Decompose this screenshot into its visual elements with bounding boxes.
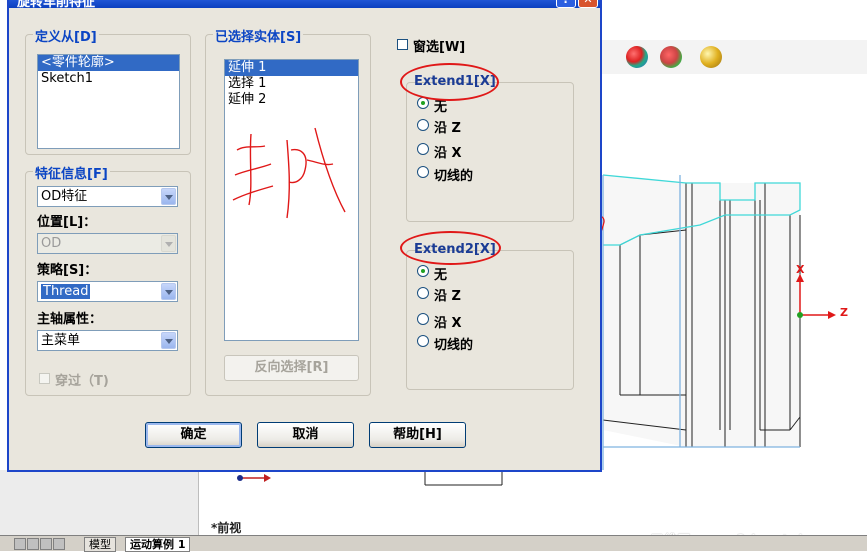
last-tab-icon[interactable] — [53, 538, 65, 550]
position-value: OD — [41, 236, 62, 251]
view-orientation-label: *前视 — [211, 521, 242, 535]
extend1-tangent-label: 切线的 — [434, 169, 474, 184]
annotation-circle — [400, 63, 499, 101]
ok-button[interactable]: 确定 — [145, 422, 242, 448]
lighting-icon[interactable] — [700, 46, 722, 68]
turn-feature-dialog: 旋转车削特征 ? ✕ 定义从[D] <零件轮廓> Sketch1 特征信息[F]… — [7, 0, 602, 472]
selected-entities-group: 已选择实体[S] 延伸 1 选择 1 延伸 2 反向选择[R] — [205, 26, 371, 396]
extend1-group: 无 沿 Z 沿 X 切线的 — [406, 82, 574, 222]
define-from-list[interactable]: <零件轮廓> Sketch1 — [37, 54, 180, 149]
through-checkbox[interactable] — [39, 373, 50, 384]
feature-type-value: OD特征 — [41, 189, 88, 204]
spindle-value: 主菜单 — [41, 333, 81, 348]
selected-entities-label: 已选择实体[S] — [213, 26, 304, 45]
handwritten-annotation — [232, 127, 346, 219]
extend2-along-z-label: 沿 Z — [434, 289, 461, 304]
chevron-down-icon[interactable] — [161, 188, 176, 205]
extend2-none-radio[interactable] — [417, 265, 429, 277]
list-item[interactable]: 选择 1 — [225, 76, 358, 92]
bottom-tab-bar: 模型 运动算例 1 — [0, 535, 867, 552]
axis-z-label: Z — [840, 306, 848, 319]
reverse-selection-button[interactable]: 反向选择[R] — [224, 355, 359, 381]
list-item[interactable]: 延伸 2 — [225, 92, 358, 108]
extend1-along-x-label: 沿 X — [434, 146, 462, 161]
position-label: 位置[L]： — [37, 215, 97, 230]
strategy-select[interactable]: Thread — [37, 281, 178, 302]
feature-info-group: 特征信息[F] OD特征 位置[L]： OD 策略[S]： Thread 主轴属… — [25, 163, 191, 396]
selected-entities-list[interactable]: 延伸 1 选择 1 延伸 2 — [224, 59, 359, 341]
define-from-group: 定义从[D] <零件轮廓> Sketch1 — [25, 26, 191, 155]
extend2-group: 无 沿 Z 沿 X 切线的 — [406, 250, 574, 390]
prev-tab-icon[interactable] — [27, 538, 39, 550]
extend2-along-z-radio[interactable] — [417, 287, 429, 299]
spindle-select[interactable]: 主菜单 — [37, 330, 178, 351]
chevron-down-icon — [161, 235, 176, 252]
extend1-along-z-label: 沿 Z — [434, 121, 461, 136]
dialog-titlebar[interactable]: 旋转车削特征 ? ✕ — [9, 0, 600, 10]
first-tab-icon[interactable] — [14, 538, 26, 550]
extend2-tangent-label: 切线的 — [434, 338, 474, 353]
extend2-tangent-radio[interactable] — [417, 335, 429, 347]
extend1-along-x-radio[interactable] — [417, 143, 429, 155]
list-item[interactable]: 延伸 1 — [225, 60, 358, 76]
window-select-label: 窗选[W] — [413, 40, 466, 55]
appearance-icon[interactable] — [626, 46, 648, 68]
chevron-down-icon[interactable] — [161, 283, 176, 300]
through-label: 穿过（T) — [55, 374, 109, 389]
help-button[interactable]: 帮助[H] — [369, 422, 466, 448]
dialog-title: 旋转车削特征 — [17, 0, 96, 10]
strategy-label: 策略[S]： — [37, 263, 98, 278]
cancel-button[interactable]: 取消 — [257, 422, 354, 448]
spindle-label: 主轴属性： — [37, 312, 103, 327]
extend2-along-x-radio[interactable] — [417, 313, 429, 325]
list-item[interactable]: <零件轮廓> — [38, 55, 179, 71]
close-icon[interactable]: ✕ — [578, 0, 598, 8]
help-icon[interactable]: ? — [556, 0, 576, 8]
extend2-none-label: 无 — [434, 268, 448, 283]
strategy-value: Thread — [41, 284, 91, 299]
chevron-down-icon[interactable] — [161, 332, 176, 349]
feature-manager-panel — [0, 470, 199, 535]
extend2-along-x-label: 沿 X — [434, 316, 462, 331]
extend1-tangent-radio[interactable] — [417, 166, 429, 178]
position-select[interactable]: OD — [37, 233, 178, 254]
scene-icon[interactable] — [660, 46, 682, 68]
next-tab-icon[interactable] — [40, 538, 52, 550]
extend1-along-z-radio[interactable] — [417, 119, 429, 131]
feature-info-label: 特征信息[F] — [33, 163, 110, 182]
window-select-checkbox[interactable] — [397, 39, 408, 50]
feature-type-select[interactable]: OD特征 — [37, 186, 178, 207]
list-item[interactable]: Sketch1 — [38, 71, 179, 87]
annotation-circle — [400, 231, 501, 265]
axis-x-label: X — [796, 263, 805, 276]
define-from-label: 定义从[D] — [33, 26, 99, 45]
